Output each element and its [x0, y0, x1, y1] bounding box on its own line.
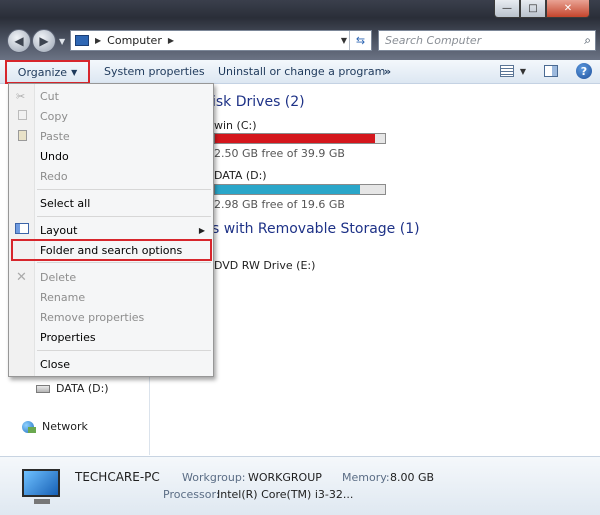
workgroup-label: Workgroup: — [182, 471, 246, 484]
cut-icon: ✂ — [16, 90, 26, 103]
forward-button[interactable]: ▶ — [32, 29, 56, 53]
nav-item-network[interactable]: Network — [22, 420, 88, 433]
drive-usage-bar-c — [214, 133, 386, 144]
menu-item-delete[interactable]: Delete — [40, 271, 76, 284]
layout-icon — [15, 223, 29, 234]
drive-usage-fill — [215, 134, 375, 143]
workgroup-value: WORKGROUP — [248, 471, 322, 484]
command-bar: Organize ▼ System properties Uninstall o… — [0, 60, 600, 84]
network-icon — [22, 420, 36, 433]
search-icon[interactable]: ⌕ — [584, 33, 591, 48]
drive-name-e[interactable]: DVD RW Drive (E:) — [214, 259, 315, 272]
drive-free-space-d: 2.98 GB free of 19.6 GB — [214, 198, 345, 211]
maximize-button[interactable]: □ — [520, 0, 546, 18]
submenu-arrow-icon: ▶ — [198, 226, 205, 235]
computer-icon — [22, 469, 60, 504]
processor-label: Processor: — [163, 488, 220, 501]
delete-icon: ✕ — [16, 270, 27, 285]
address-dropdown-icon[interactable]: ▼ — [341, 36, 347, 45]
drive-name-c[interactable]: win (C:) — [214, 119, 257, 132]
navigation-buttons: ◀ ▶ ▼ — [7, 29, 65, 53]
refresh-button[interactable]: ⇆ — [349, 31, 371, 50]
preview-pane-icon[interactable] — [544, 65, 558, 77]
breadcrumb-computer[interactable]: Computer — [107, 34, 162, 47]
menu-item-remove-properties[interactable]: Remove properties — [40, 311, 144, 324]
menu-separator — [37, 216, 211, 217]
drive-usage-fill — [215, 185, 360, 194]
window-chrome: — □ ✕ ◀ ▶ ▼ ▶ Computer ▶ ▼ ⇆ Search Comp… — [0, 0, 600, 60]
search-placeholder: Search Computer — [385, 34, 482, 47]
view-controls: ▼ ? — [499, 63, 592, 79]
computer-icon — [75, 35, 89, 46]
menu-item-select-all[interactable]: Select all — [40, 197, 90, 210]
paste-icon — [18, 130, 27, 141]
menu-separator — [37, 350, 211, 351]
close-button[interactable]: ✕ — [546, 0, 590, 18]
menu-item-redo[interactable]: Redo — [40, 170, 68, 183]
menu-item-rename[interactable]: Rename — [40, 291, 85, 304]
change-view-icon[interactable] — [499, 65, 514, 77]
nav-item-label: DATA (D:) — [56, 382, 109, 395]
refresh-icon: ⇆ — [355, 34, 366, 47]
chevron-down-icon: ▼ — [71, 67, 78, 77]
group-header-removable-storage[interactable]: s with Removable Storage (1) — [212, 221, 420, 237]
recent-pages-dropdown[interactable]: ▼ — [59, 37, 65, 46]
organize-label: Organize — [17, 65, 68, 79]
menu-item-copy[interactable]: Copy — [40, 110, 68, 123]
menu-item-layout[interactable]: Layout — [40, 224, 77, 237]
menu-item-folder-search-options[interactable]: Folder and search options — [40, 244, 182, 257]
details-pane: TECHCARE-PC Workgroup: WORKGROUP Memory:… — [0, 456, 600, 515]
content-pane: isk Drives (2) win (C:) 2.50 GB free of … — [151, 85, 600, 455]
group-header-hard-disk-drives[interactable]: isk Drives (2) — [212, 94, 305, 110]
window-controls: — □ ✕ — [494, 0, 590, 18]
copy-icon — [18, 110, 27, 120]
breadcrumb-separator-icon[interactable]: ▶ — [95, 36, 101, 45]
breadcrumb-separator-icon[interactable]: ▶ — [168, 36, 174, 45]
minimize-button[interactable]: — — [494, 0, 520, 18]
menu-separator — [37, 189, 211, 190]
back-arrow-icon: ◀ — [14, 34, 24, 48]
organize-menu: ✂ Cut Copy Paste Undo Redo Select all La… — [8, 83, 214, 377]
processor-value: Intel(R) Core(TM) i3-32... — [217, 488, 354, 501]
nav-item-data-drive[interactable]: DATA (D:) — [36, 382, 109, 395]
more-commands-button[interactable]: » — [376, 65, 399, 78]
address-bar[interactable]: ▶ Computer ▶ ▼ ⇆ — [70, 30, 372, 51]
organize-button[interactable]: Organize ▼ — [5, 60, 90, 84]
computer-name: TECHCARE-PC — [75, 470, 160, 484]
menu-item-properties[interactable]: Properties — [40, 331, 96, 344]
forward-arrow-icon: ▶ — [39, 34, 49, 48]
menu-separator — [37, 262, 211, 263]
nav-item-label: Network — [42, 420, 88, 433]
drive-name-d[interactable]: DATA (D:) — [214, 169, 267, 182]
menu-item-undo[interactable]: Undo — [40, 150, 69, 163]
memory-value: 8.00 GB — [390, 471, 435, 484]
search-input[interactable]: Search Computer ⌕ — [378, 30, 596, 51]
view-dropdown-icon[interactable]: ▼ — [520, 67, 526, 76]
drive-usage-bar-d — [214, 184, 386, 195]
drive-icon — [36, 384, 50, 393]
back-button[interactable]: ◀ — [7, 29, 31, 53]
menu-item-paste[interactable]: Paste — [40, 130, 70, 143]
help-icon[interactable]: ? — [576, 63, 592, 79]
system-properties-button[interactable]: System properties — [96, 65, 213, 78]
menu-item-cut[interactable]: Cut — [40, 90, 59, 103]
drive-free-space-c: 2.50 GB free of 39.9 GB — [214, 147, 345, 160]
memory-label: Memory: — [342, 471, 390, 484]
menu-item-close[interactable]: Close — [40, 358, 70, 371]
uninstall-program-button[interactable]: Uninstall or change a program — [210, 65, 393, 78]
